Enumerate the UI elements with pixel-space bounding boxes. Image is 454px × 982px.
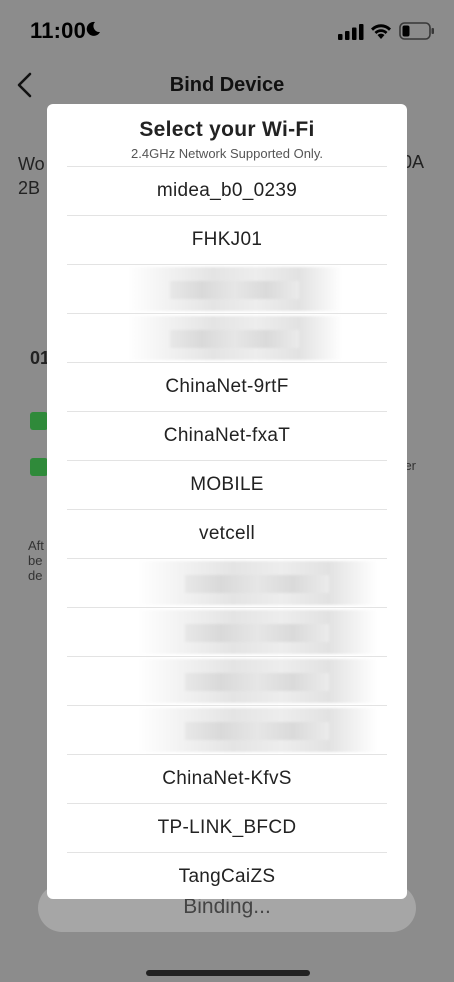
background-small-line: de <box>28 568 43 583</box>
wifi-item[interactable]: ChinaNet-9rtF <box>67 362 387 411</box>
wifi-item[interactable]: FHKJ01 <box>67 215 387 264</box>
wifi-item[interactable]: ChinaNet-KfvS <box>67 754 387 803</box>
nav-bar: Bind Device <box>0 60 454 110</box>
wifi-list: midea_b0_0239 FHKJ01 ChinaNet-9rtF China… <box>67 166 387 899</box>
redacted-block <box>137 561 377 605</box>
wifi-name: MOBILE <box>190 474 264 495</box>
wifi-select-dialog: Select your Wi-Fi 2.4GHz Network Support… <box>47 104 407 899</box>
wifi-name: ChinaNet-fxaT <box>163 425 291 446</box>
redacted-block <box>127 267 342 311</box>
page-title: Bind Device <box>169 74 285 96</box>
home-indicator <box>146 970 310 976</box>
redacted-block <box>137 708 377 752</box>
background-text: Wo 2B <box>18 152 45 200</box>
wifi-item-redacted[interactable] <box>67 705 387 754</box>
wifi-item[interactable]: MOBILE <box>67 460 387 509</box>
wifi-name: ChinaNet-KfvS <box>162 768 292 789</box>
background-line-2: 2B <box>18 178 41 198</box>
background-small-line: be <box>28 553 43 568</box>
dialog-subtitle: 2.4GHz Network Supported Only. <box>131 146 323 161</box>
redacted-block <box>137 659 377 703</box>
wifi-item-redacted[interactable] <box>67 656 387 705</box>
background-small-line: Aft <box>28 538 44 553</box>
background-small-text: Aft be de <box>28 538 44 583</box>
moon-icon <box>86 21 100 36</box>
battery-icon <box>399 22 434 40</box>
status-time: 11:00 <box>30 18 87 43</box>
wifi-name: ChinaNet-9rtF <box>165 376 289 397</box>
wifi-name: TP-LINK_BFCD <box>157 817 297 838</box>
wifi-name: midea_b0_0239 <box>156 180 298 201</box>
wifi-item[interactable]: ChinaNet-fxaT <box>67 411 387 460</box>
wifi-item-redacted[interactable] <box>67 607 387 656</box>
wifi-item[interactable]: vetcell <box>67 509 387 558</box>
wifi-item-redacted[interactable] <box>67 558 387 607</box>
wifi-item-redacted[interactable] <box>67 264 387 313</box>
redacted-block <box>127 316 342 360</box>
wifi-item[interactable]: TangCaiZS <box>67 852 387 899</box>
checkbox-2[interactable] <box>30 458 48 476</box>
dialog-title: Select your Wi-Fi <box>139 118 315 141</box>
status-bar: 11:00 <box>0 0 454 60</box>
wifi-item[interactable]: TP-LINK_BFCD <box>67 803 387 852</box>
checkbox-1[interactable] <box>30 412 48 430</box>
wifi-name: FHKJ01 <box>191 229 263 250</box>
wifi-name: TangCaiZS <box>178 866 276 887</box>
wifi-item-redacted[interactable] <box>67 313 387 362</box>
background-line-1: Wo <box>18 154 45 174</box>
redacted-block <box>137 610 377 654</box>
wifi-icon <box>371 24 391 39</box>
wifi-item[interactable]: midea_b0_0239 <box>67 166 387 215</box>
wifi-name: vetcell <box>199 523 255 544</box>
signal-icon <box>338 24 364 40</box>
